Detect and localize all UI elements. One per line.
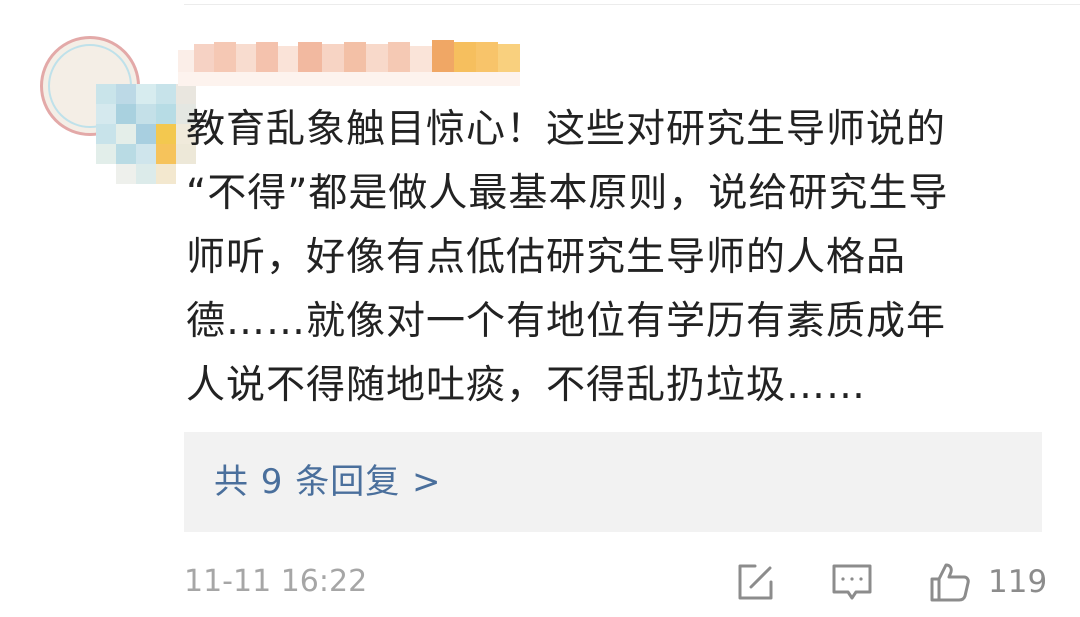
- timestamp: 11-11 16:22: [184, 564, 368, 599]
- comment-body: 教育乱象触目惊心！这些对研究生导师说的 “不得”都是做人最基本原则，说给研究生导…: [186, 98, 1066, 418]
- view-replies-button[interactable]: 共 9 条回复 >: [184, 432, 1042, 532]
- comment-line: “不得”都是做人最基本原则，说给研究生导: [186, 171, 949, 216]
- comment-line: 人说不得随地吐痰，不得乱扔垃圾……: [186, 363, 867, 408]
- username-blurred[interactable]: [178, 34, 538, 88]
- like-count: 119: [988, 564, 1048, 600]
- edit-icon[interactable]: [733, 560, 777, 604]
- comment-line: 德……就像对一个有地位有学历有素质成年: [186, 299, 947, 344]
- top-divider: [184, 4, 1080, 5]
- avatar[interactable]: [40, 36, 196, 184]
- comment-line: 教育乱象触目惊心！这些对研究生导师说的: [186, 107, 947, 152]
- thumbs-up-icon[interactable]: [928, 560, 972, 604]
- comment-icon[interactable]: [830, 560, 874, 604]
- replies-label[interactable]: 共 9 条回复 >: [214, 432, 442, 532]
- comment-line: 师听，好像有点低估研究生导师的人格品: [186, 235, 907, 280]
